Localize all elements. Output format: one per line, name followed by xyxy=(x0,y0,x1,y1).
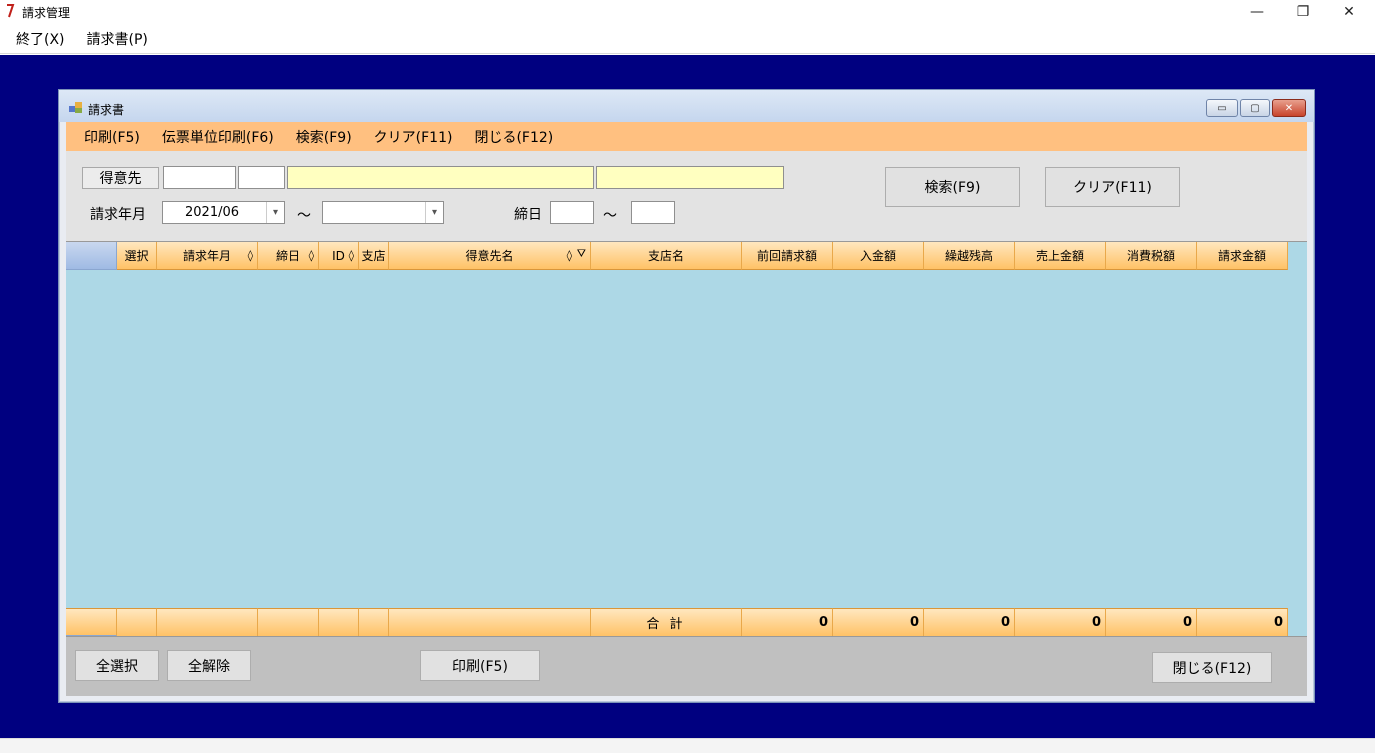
menu-clear[interactable]: クリア(F11) xyxy=(374,127,453,147)
col-header-label: ID xyxy=(332,248,345,263)
app-close-button[interactable]: ✕ xyxy=(1326,0,1372,24)
grid-totals-row: 合 計 0 0 0 0 0 0 xyxy=(66,608,1288,636)
chevron-down-icon[interactable]: ▾ xyxy=(425,202,443,223)
grid-header: 選択 請求年月 ◊ 締日 ◊ ID ◊ 支店 得意先名 ◊ ⛛ 支店名 前回請求額 入金額… xyxy=(66,242,1288,270)
clear-button[interactable]: クリア(F11) xyxy=(1045,167,1180,207)
close-button[interactable]: 閉じる(F12) xyxy=(1152,652,1272,683)
billing-month-to-combo[interactable]: ▾ xyxy=(322,201,444,224)
total-carryover: 0 xyxy=(924,608,1015,636)
closing-day-tilde: ～ xyxy=(603,208,617,224)
invoice-window: 請求書 ▭ ▢ ✕ 印刷(F5) 伝票単位印刷(F6) 検索(F9) クリア(F… xyxy=(58,89,1315,703)
totals-cell xyxy=(319,608,359,636)
customer-code-input[interactable] xyxy=(163,166,236,189)
billing-month-from-value: 2021/06 xyxy=(185,205,240,220)
total-previous-amount: 0 xyxy=(742,608,833,636)
total-tax: 0 xyxy=(1106,608,1197,636)
closing-day-label: 締日 xyxy=(514,207,542,223)
window-close-button[interactable]: ✕ xyxy=(1272,99,1306,117)
filter-panel: 得意先 請求年月 2021/06 ▾ ～ ▾ 締日 ～ 検索(F9) クリア(F… xyxy=(66,151,1307,241)
app-title-bar: 請求管理 — ❐ ✕ xyxy=(0,0,1375,24)
branch-name-field[interactable] xyxy=(596,166,784,189)
col-header-label: 請求年月 xyxy=(182,249,231,263)
col-header-label: 消費税額 xyxy=(1126,249,1175,263)
col-header-payment[interactable]: 入金額 xyxy=(833,242,924,270)
app-minimize-button[interactable]: — xyxy=(1234,0,1280,24)
col-header-label: 入金額 xyxy=(859,249,896,263)
sort-icon[interactable]: ◊ xyxy=(248,249,253,262)
status-bar xyxy=(0,738,1375,753)
print-button[interactable]: 印刷(F5) xyxy=(420,650,540,681)
sort-icon[interactable]: ◊ xyxy=(567,249,572,262)
col-header-label: 得意先名 xyxy=(465,249,514,263)
col-header-invoice-amount[interactable]: 請求金額 xyxy=(1197,242,1288,270)
totals-cell xyxy=(359,608,389,636)
col-header-label: 前回請求額 xyxy=(756,249,817,263)
billing-month-label: 請求年月 xyxy=(90,207,146,223)
col-header-closing-day[interactable]: 締日 ◊ xyxy=(258,242,319,270)
col-header-previous-amount[interactable]: 前回請求額 xyxy=(742,242,833,270)
col-header-sales[interactable]: 売上金額 xyxy=(1015,242,1106,270)
window-maximize-button[interactable]: ▢ xyxy=(1240,99,1270,117)
customer-branch-input[interactable] xyxy=(238,166,285,189)
window-minimize-button[interactable]: ▭ xyxy=(1206,99,1238,117)
range-tilde: ～ xyxy=(297,208,311,224)
col-header-label: 締日 xyxy=(275,249,300,263)
deselect-all-button[interactable]: 全解除 xyxy=(167,650,251,681)
totals-cell xyxy=(157,608,258,636)
col-header-branch[interactable]: 支店 xyxy=(359,242,389,270)
col-header-id[interactable]: ID ◊ xyxy=(319,242,359,270)
menu-search[interactable]: 検索(F9) xyxy=(296,127,352,147)
totals-cell xyxy=(258,608,319,636)
app-title: 請求管理 xyxy=(22,6,71,20)
billing-month-from-combo[interactable]: 2021/06 ▾ xyxy=(162,201,285,224)
totals-cell xyxy=(117,608,157,636)
col-header-select[interactable]: 選択 xyxy=(117,242,157,270)
filter-funnel-icon[interactable]: ⛛ xyxy=(577,247,586,261)
total-invoice-amount: 0 xyxy=(1197,608,1288,636)
col-header-label: 支店名 xyxy=(647,249,684,263)
closing-day-from-input[interactable] xyxy=(550,201,594,224)
customer-label[interactable]: 得意先 xyxy=(82,167,159,189)
bottom-button-bar: 全選択 全解除 印刷(F5) 閉じる(F12) xyxy=(66,636,1307,696)
col-header-carryover[interactable]: 繰越残高 xyxy=(924,242,1015,270)
total-payment: 0 xyxy=(833,608,924,636)
col-header-label: 売上金額 xyxy=(1035,249,1084,263)
invoice-grid[interactable]: 選択 請求年月 ◊ 締日 ◊ ID ◊ 支店 得意先名 ◊ ⛛ 支店名 前回請求額 入金額… xyxy=(66,241,1307,636)
totals-label: 合 計 xyxy=(591,608,742,636)
customer-name-field[interactable] xyxy=(287,166,594,189)
menu-print[interactable]: 印刷(F5) xyxy=(84,127,140,147)
col-header-label: 繰越残高 xyxy=(944,249,993,263)
app-menubar: 終了(X) 請求書(P) xyxy=(0,24,1375,54)
chevron-down-icon[interactable]: ▾ xyxy=(266,202,284,223)
search-button[interactable]: 検索(F9) xyxy=(885,167,1020,207)
sort-icon[interactable]: ◊ xyxy=(309,249,314,262)
menu-invoice[interactable]: 請求書(P) xyxy=(87,29,148,49)
invoice-window-titlebar: 請求書 ▭ ▢ ✕ xyxy=(59,90,1314,122)
invoice-menubar: 印刷(F5) 伝票単位印刷(F6) 検索(F9) クリア(F11) 閉じる(F1… xyxy=(66,122,1307,151)
col-header-tax[interactable]: 消費税額 xyxy=(1106,242,1197,270)
app-restore-button[interactable]: ❐ xyxy=(1280,0,1326,24)
col-header-billing-month[interactable]: 請求年月 ◊ xyxy=(157,242,258,270)
menu-slip-print[interactable]: 伝票単位印刷(F6) xyxy=(162,127,274,147)
grid-corner[interactable] xyxy=(66,242,117,270)
menu-exit[interactable]: 終了(X) xyxy=(16,29,65,49)
sort-icon[interactable]: ◊ xyxy=(349,249,354,262)
select-all-button[interactable]: 全選択 xyxy=(75,650,159,681)
closing-day-to-input[interactable] xyxy=(631,201,675,224)
window-form-icon xyxy=(69,102,82,113)
col-header-label: 請求金額 xyxy=(1217,249,1266,263)
totals-corner xyxy=(66,608,117,636)
col-header-label: 支店 xyxy=(361,249,386,263)
col-header-label: 選択 xyxy=(124,249,149,263)
app-logo-icon xyxy=(7,4,15,18)
menu-close[interactable]: 閉じる(F12) xyxy=(474,127,553,147)
col-header-branch-name[interactable]: 支店名 xyxy=(591,242,742,270)
total-sales: 0 xyxy=(1015,608,1106,636)
col-header-customer-name[interactable]: 得意先名 ◊ ⛛ xyxy=(389,242,591,270)
invoice-window-title: 請求書 xyxy=(88,103,125,117)
totals-cell xyxy=(389,608,591,636)
